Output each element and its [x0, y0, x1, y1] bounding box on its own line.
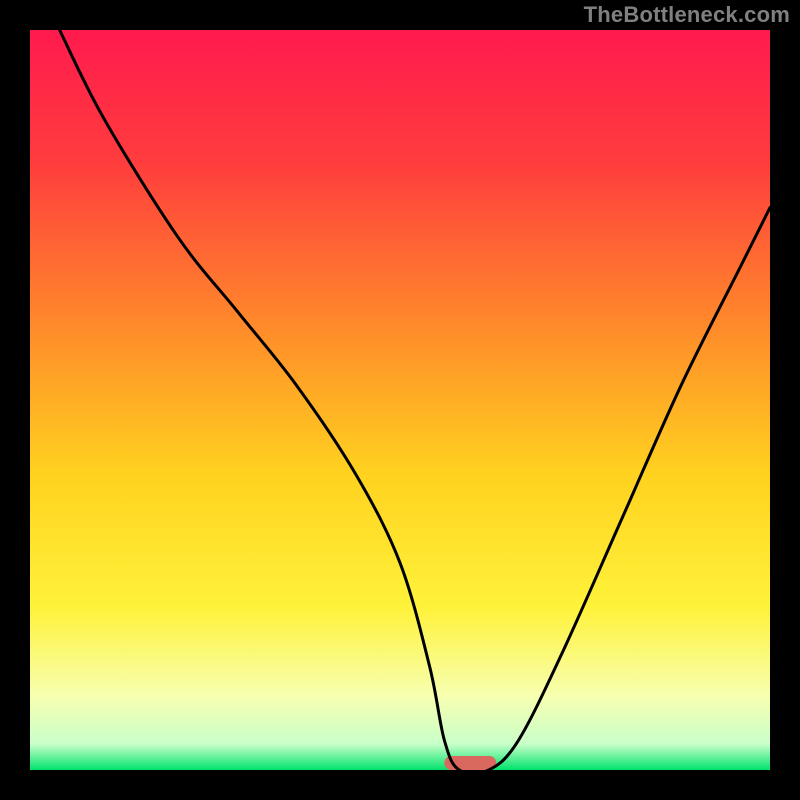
- chart-background: [30, 30, 770, 770]
- bottleneck-chart: [0, 0, 800, 800]
- chart-frame: { "watermark": "TheBottleneck.com", "cha…: [0, 0, 800, 800]
- watermark-text: TheBottleneck.com: [584, 2, 790, 28]
